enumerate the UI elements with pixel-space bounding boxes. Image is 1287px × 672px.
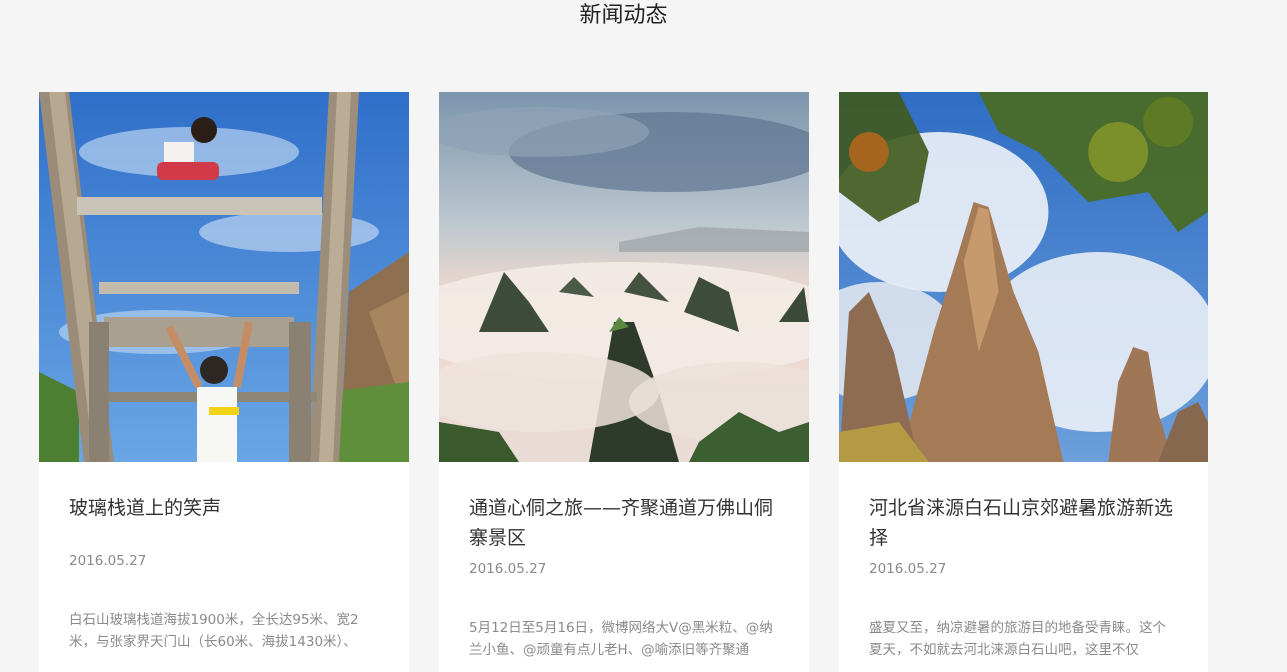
section-title: 新闻动态 (579, 3, 668, 28)
news-card-excerpt: 盛夏又至，纳凉避暑的旅游目的地备受青睐。这个夏天，不如就去河北涞源白石山吧，这里… (869, 620, 1166, 658)
news-card[interactable]: 玻璃栈道上的笑声 2016.05.27 白石山玻璃栈道海拔1900米，全长达95… (39, 92, 409, 672)
news-card-title[interactable]: 河北省涞源白石山京郊避暑旅游新选择 (869, 493, 1178, 553)
news-card-image[interactable] (39, 92, 409, 462)
news-card-date: 2016.05.27 (869, 561, 947, 577)
news-card-excerpt: 5月12日至5月16日，微博网络大V@黑米粒、@纳兰小鱼、@顽童有点儿老H、@喻… (469, 620, 773, 658)
news-card-image[interactable] (839, 92, 1208, 462)
news-card-title[interactable]: 玻璃栈道上的笑声 (69, 493, 379, 553)
news-card[interactable]: 河北省涞源白石山京郊避暑旅游新选择 2016.05.27 盛夏又至，纳凉避暑的旅… (839, 92, 1208, 672)
news-card-image[interactable] (439, 92, 809, 462)
rock-pinnacles-photo (839, 92, 1208, 462)
news-card-date: 2016.05.27 (469, 561, 547, 577)
glass-walkway-photo (39, 92, 409, 462)
misty-peaks-photo (439, 92, 809, 462)
news-card-date: 2016.05.27 (69, 553, 147, 569)
news-card-title[interactable]: 通道心侗之旅——齐聚通道万佛山侗 寨景区 (469, 493, 779, 553)
news-card[interactable]: 通道心侗之旅——齐聚通道万佛山侗 寨景区 2016.05.27 5月12日至5月… (439, 92, 809, 672)
news-card-excerpt: 白石山玻璃栈道海拔1900米，全长达95米、宽2米，与张家界天门山（长60米、海… (69, 612, 359, 650)
